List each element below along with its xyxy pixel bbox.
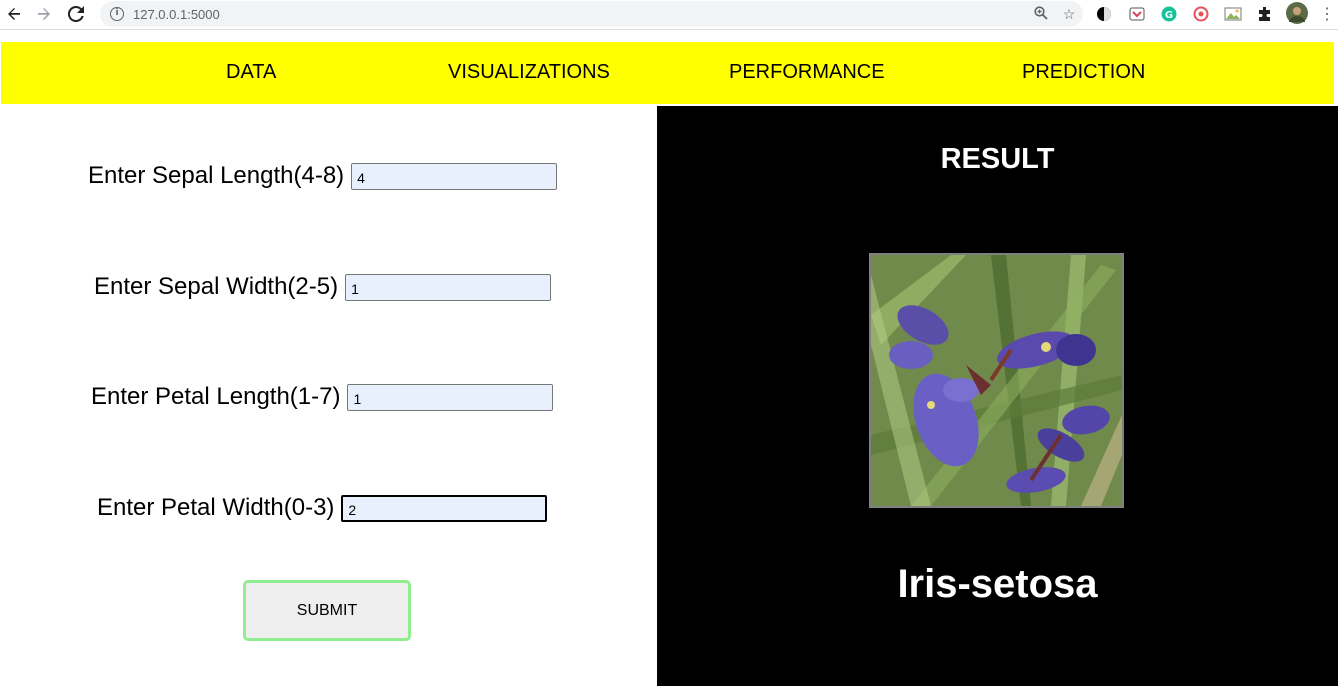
info-icon[interactable]: i bbox=[110, 7, 124, 21]
prediction-result: Iris-setosa bbox=[897, 562, 1098, 606]
image-extension-icon[interactable] bbox=[1224, 5, 1242, 23]
profile-avatar[interactable] bbox=[1286, 2, 1308, 24]
address-bar[interactable]: i 127.0.0.1:5000 ☆ bbox=[100, 1, 1083, 27]
star-icon[interactable]: ☆ bbox=[1055, 6, 1083, 23]
sepal-length-input[interactable] bbox=[351, 162, 558, 190]
svg-text:G: G bbox=[1165, 10, 1173, 21]
result-title: RESULT bbox=[940, 143, 1055, 175]
grammarly-extension-icon[interactable]: G bbox=[1160, 5, 1178, 23]
sepal-width-label: Enter Sepal Width(2-5) bbox=[94, 273, 339, 300]
extensions-puzzle-icon[interactable] bbox=[1256, 5, 1274, 23]
submit-button[interactable]: SUBMIT bbox=[243, 580, 411, 641]
petal-width-row: Enter Petal Width(0-3) bbox=[97, 494, 548, 522]
iris-flower-image bbox=[869, 253, 1124, 508]
swirl-extension-icon[interactable] bbox=[1192, 5, 1210, 23]
dark-mode-extension-icon[interactable] bbox=[1095, 5, 1113, 23]
nav-data[interactable]: DATA bbox=[226, 42, 276, 104]
zoom-icon[interactable] bbox=[1027, 5, 1055, 23]
pocket-extension-icon[interactable] bbox=[1128, 5, 1146, 23]
petal-width-input[interactable] bbox=[341, 494, 548, 522]
sepal-length-row: Enter Sepal Length(4-8) bbox=[88, 162, 558, 190]
nav-prediction[interactable]: PREDICTION bbox=[1022, 42, 1145, 104]
sepal-length-label: Enter Sepal Length(4-8) bbox=[88, 162, 345, 189]
sepal-width-input[interactable] bbox=[345, 273, 552, 301]
petal-length-label: Enter Petal Length(1-7) bbox=[91, 383, 341, 410]
petal-width-label: Enter Petal Width(0-3) bbox=[97, 494, 335, 521]
top-navbar: DATA VISUALIZATIONS PERFORMANCE PREDICTI… bbox=[1, 42, 1334, 104]
reload-icon[interactable] bbox=[65, 3, 87, 25]
url-text: 127.0.0.1:5000 bbox=[133, 6, 220, 22]
more-menu-icon[interactable]: ⋮ bbox=[1318, 5, 1336, 23]
result-panel: RESULT Iris-setosa bbox=[657, 106, 1338, 686]
nav-visualizations[interactable]: VISUALIZATIONS bbox=[448, 42, 610, 104]
nav-performance[interactable]: PERFORMANCE bbox=[729, 42, 885, 104]
back-icon[interactable] bbox=[3, 3, 25, 25]
petal-length-row: Enter Petal Length(1-7) bbox=[91, 383, 554, 411]
sepal-width-row: Enter Sepal Width(2-5) bbox=[94, 273, 552, 301]
browser-toolbar: i 127.0.0.1:5000 ☆ G ⋮ bbox=[0, 0, 1338, 30]
forward-icon[interactable] bbox=[33, 3, 55, 25]
petal-length-input[interactable] bbox=[347, 383, 554, 411]
